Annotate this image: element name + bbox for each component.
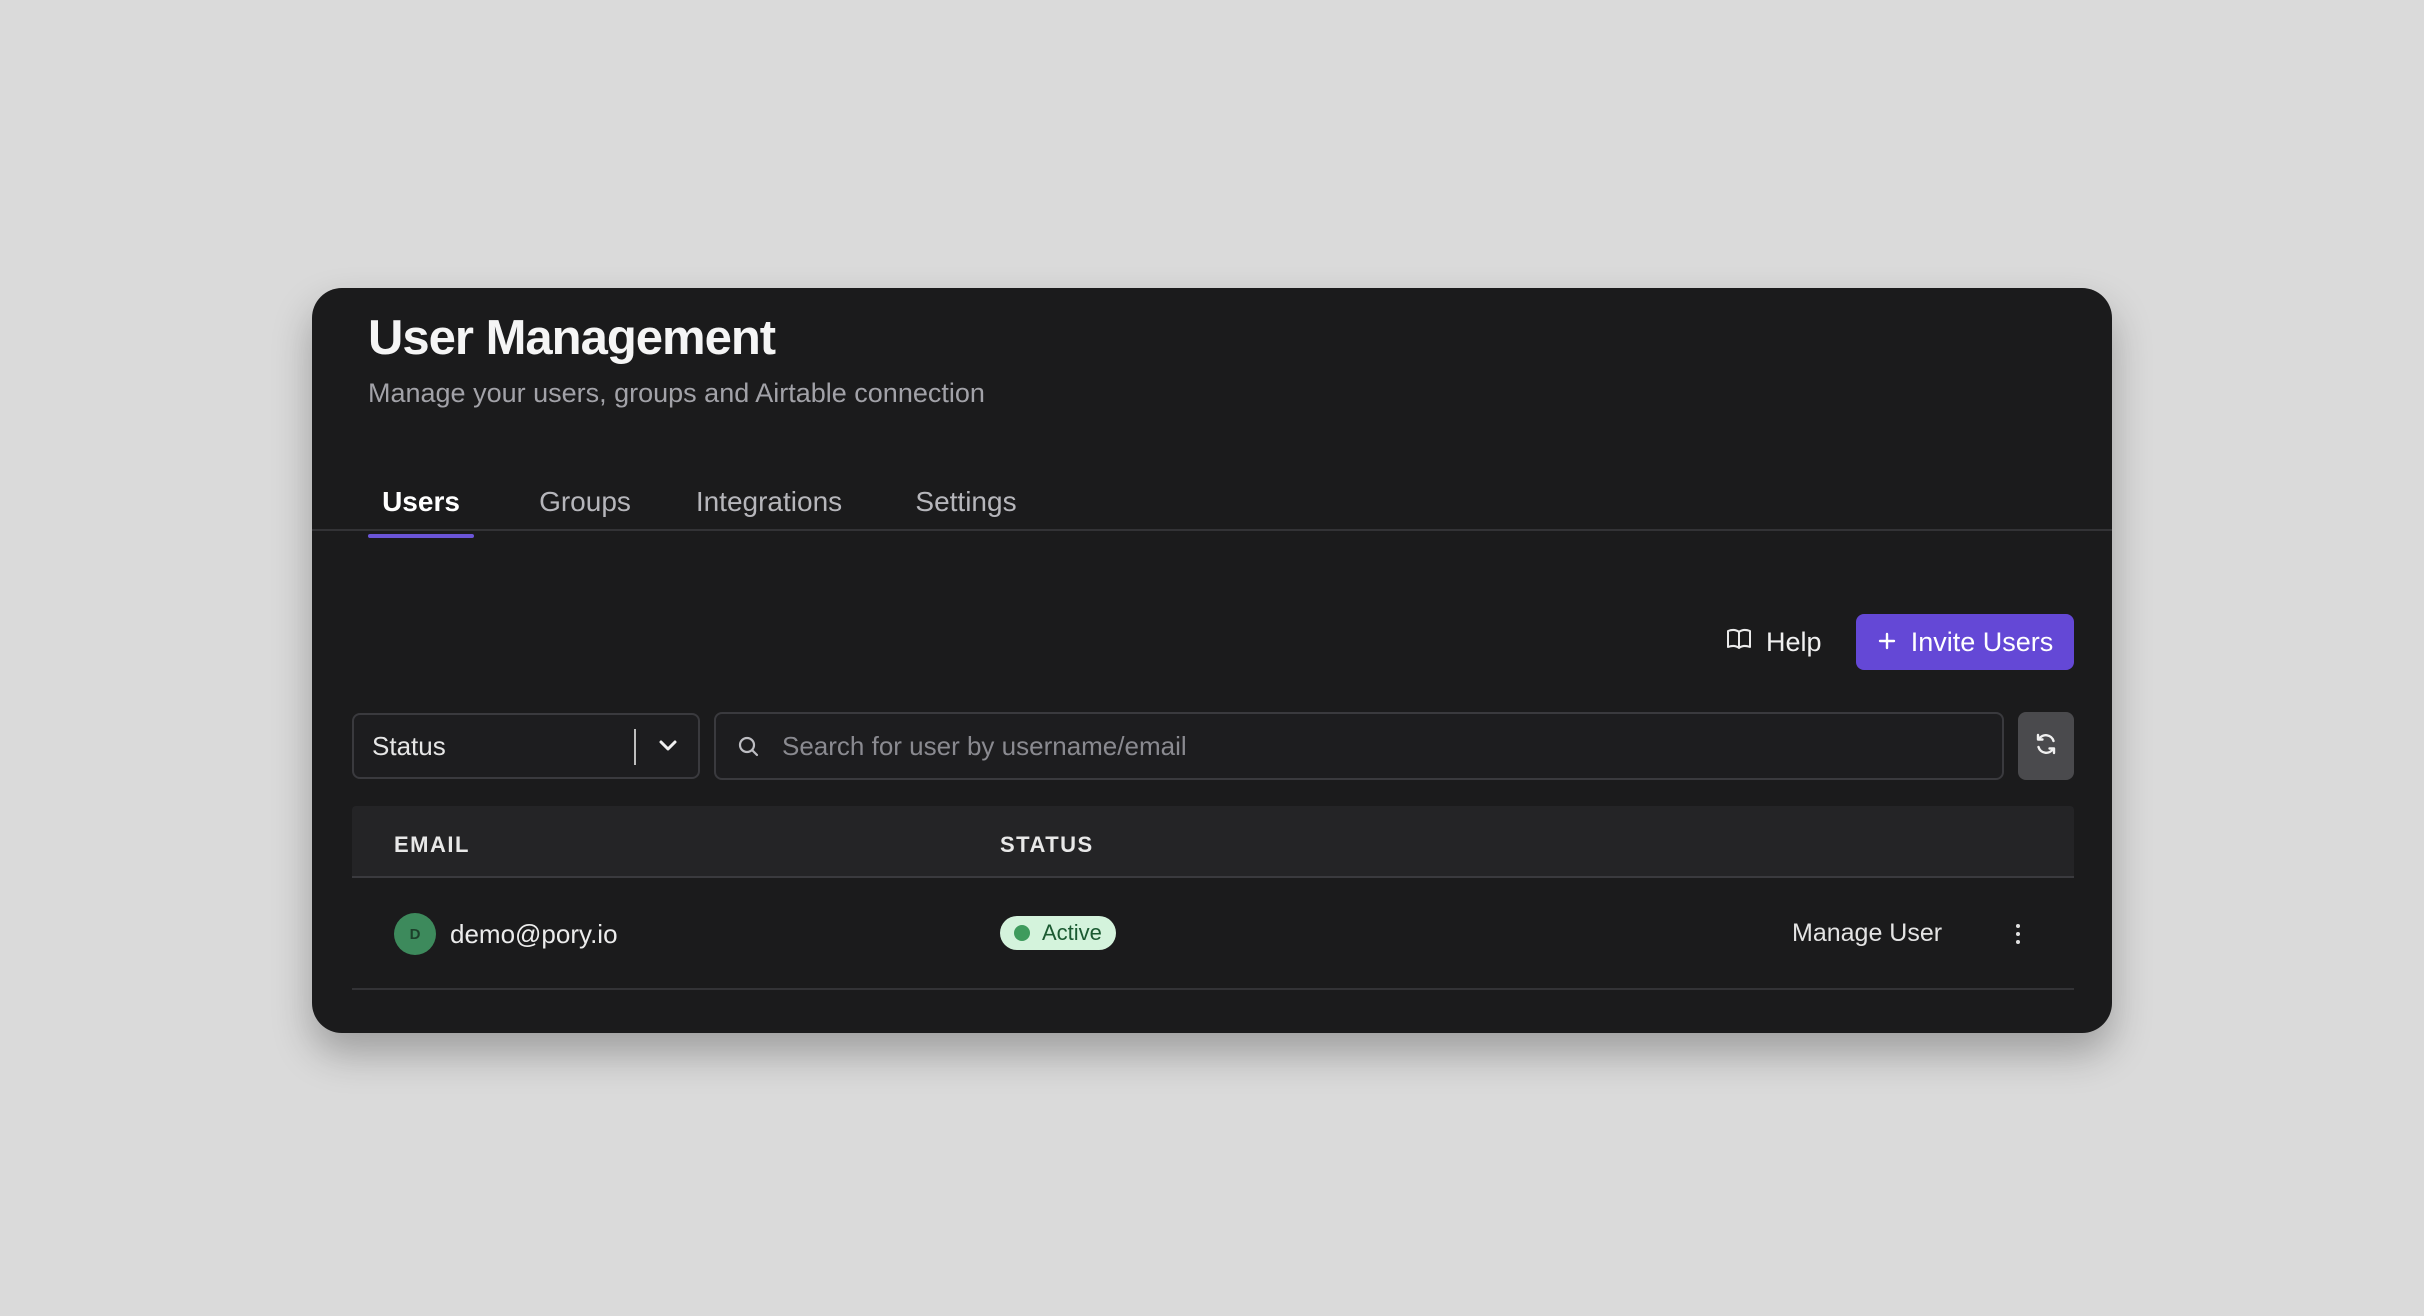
status-badge: Active [1000,916,1116,950]
user-email: demo@pory.io [450,919,618,949]
status-filter-label: Status [372,731,446,761]
plus-icon [1877,627,1897,658]
tab-divider [312,529,2112,531]
avatar: D [394,913,436,955]
help-button-label: Help [1766,626,1822,657]
table-row: D demo@pory.io Active Manage User [352,878,2074,990]
chevron-down-icon [654,731,682,766]
users-table: EMAIL STATUS D demo@pory.io Active Manag… [352,806,2074,990]
help-button[interactable]: Help [1726,614,1836,670]
column-header-email: EMAIL [394,832,470,857]
search-box [714,712,2004,780]
page-title: User Management [368,311,776,365]
invite-users-button[interactable]: Invite Users [1856,614,2074,670]
page-subtitle: Manage your users, groups and Airtable c… [368,378,985,408]
manage-user-button[interactable]: Manage User [1792,919,1942,948]
select-separator [634,729,636,765]
refresh-icon [2032,730,2060,763]
refresh-button[interactable] [2018,712,2074,780]
status-filter-select[interactable]: Status [352,713,700,779]
status-badge-label: Active [1042,920,1102,945]
book-open-icon [1726,627,1752,658]
table-header: EMAIL STATUS [352,806,2074,878]
user-management-card: User Management Manage your users, group… [312,288,2112,1033]
more-options-icon[interactable] [2006,914,2030,954]
column-header-status: STATUS [1000,832,1094,857]
invite-users-label: Invite Users [1910,626,2054,657]
status-dot-icon [1014,925,1030,941]
search-input[interactable] [782,724,1962,768]
search-icon [736,734,762,765]
